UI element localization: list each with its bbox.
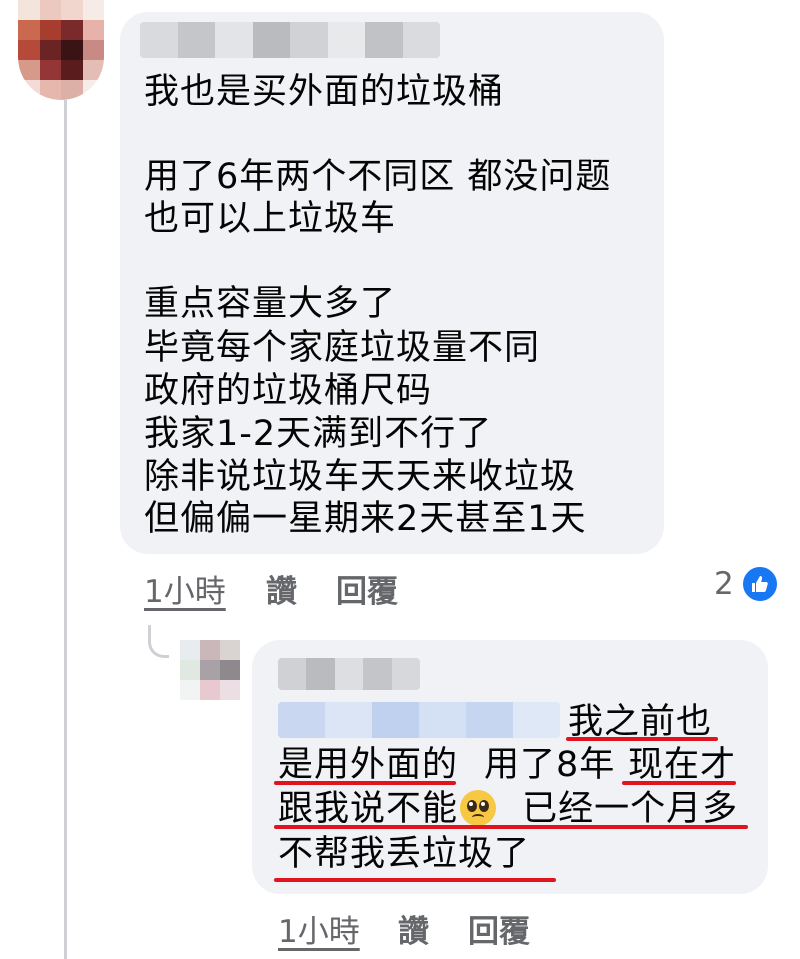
comment-text-line: 除非说垃圾车天天来收垃圾	[144, 457, 577, 497]
reply-timestamp-link[interactable]: 1小時	[278, 906, 360, 951]
reply-text-segment: 跟我说不能	[278, 789, 459, 829]
comment-text-line: 也可以上垃圾车	[144, 199, 397, 239]
reply-text-line: 不帮我丢垃圾了	[278, 834, 531, 874]
comment-text-line: 我也是买外面的垃圾桶	[144, 72, 505, 112]
reply-connector	[148, 625, 169, 658]
replier-name-blurred[interactable]	[278, 658, 420, 690]
comment-text-line: 毕竟每个家庭垃圾量不同	[144, 328, 541, 368]
comment-text-line: 我家1-2天满到不行了	[144, 414, 493, 454]
comment-reply-button[interactable]: 回覆	[336, 566, 398, 611]
replier-avatar[interactable]	[180, 640, 240, 700]
mentioned-user-blurred[interactable]	[278, 702, 560, 738]
commenter-avatar[interactable]	[18, 0, 104, 100]
thumbs-up-icon[interactable]	[740, 564, 780, 604]
comment-text-line: 政府的垃圾桶尺码	[144, 371, 433, 411]
comment-text-line: 但偏偏一星期来2天甚至1天	[144, 499, 587, 539]
red-underline-annotation	[622, 781, 736, 785]
red-underline-annotation	[274, 878, 556, 882]
reply-like-button[interactable]: 讚	[398, 906, 429, 951]
red-underline-annotation	[566, 737, 718, 741]
thread-line	[64, 100, 67, 959]
commenter-name-blurred[interactable]	[140, 22, 440, 58]
red-underline-annotation	[274, 825, 748, 829]
comment-text-line: 重点容量大多了	[144, 284, 397, 324]
comment-timestamp-link[interactable]: 1小時	[144, 566, 226, 611]
reply-text-line: 用了8年	[484, 745, 616, 785]
comment-text-line: 用了6年两个不同区 都没问题	[144, 157, 612, 197]
comment-like-count[interactable]: 2	[714, 566, 734, 602]
pleading-face-emoji-icon	[460, 790, 497, 826]
red-underline-annotation	[274, 781, 456, 785]
reply-reply-button[interactable]: 回覆	[468, 906, 530, 951]
thumbs-up-glyph	[752, 576, 768, 592]
comment-like-button[interactable]: 讚	[266, 566, 297, 611]
reply-text-segment: 已经一个月多	[522, 789, 739, 829]
